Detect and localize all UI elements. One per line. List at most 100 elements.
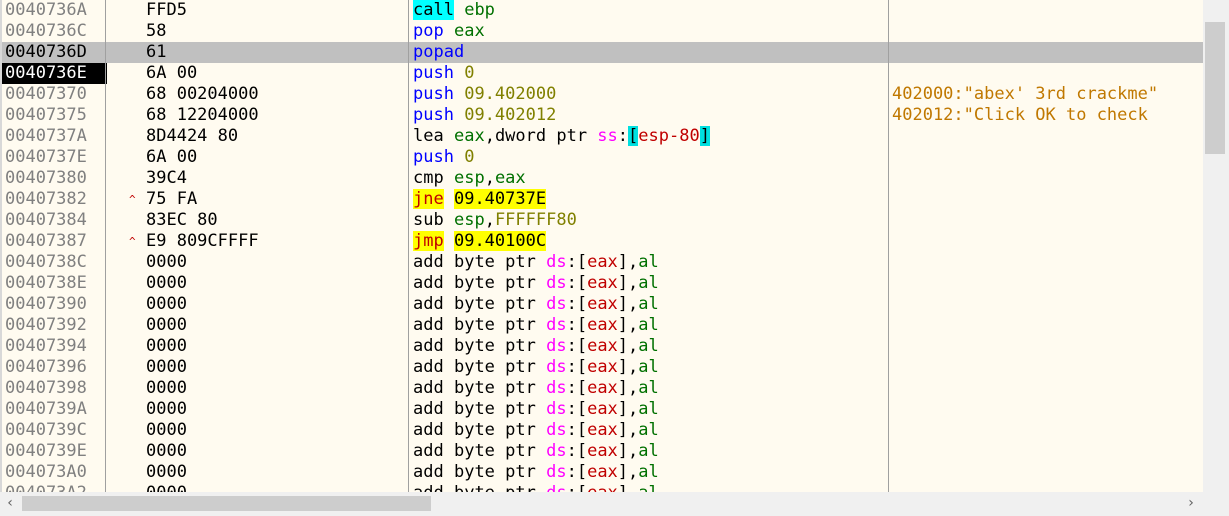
- row-instruction[interactable]: push 0: [413, 147, 887, 168]
- row-comment[interactable]: [892, 189, 1203, 210]
- row-address[interactable]: 00407370: [5, 84, 107, 105]
- row-address[interactable]: 0040737E: [5, 147, 107, 168]
- disassembly-row[interactable]: 004073A0 0000 add byte ptr ds:[eax],al: [2, 462, 1203, 483]
- disassembly-row[interactable]: 0040738E 0000 add byte ptr ds:[eax],al: [2, 273, 1203, 294]
- row-instruction[interactable]: lea eax,dword ptr ss:[esp-80]: [413, 126, 887, 147]
- row-comment[interactable]: [892, 168, 1203, 189]
- row-instruction[interactable]: push 09.402012: [413, 105, 887, 126]
- row-address[interactable]: 0040736A: [5, 0, 107, 21]
- row-comment[interactable]: [892, 420, 1203, 441]
- row-comment[interactable]: [892, 0, 1203, 21]
- row-comment[interactable]: [892, 399, 1203, 420]
- row-comment[interactable]: [892, 441, 1203, 462]
- row-address[interactable]: 00407394: [5, 336, 107, 357]
- disassembly-row[interactable]: 004073A2 0000 add byte ptr ds:[eax],al: [2, 483, 1203, 492]
- row-instruction[interactable]: add byte ptr ds:[eax],al: [413, 357, 887, 378]
- horizontal-scrollbar[interactable]: ‹ ›: [0, 492, 1203, 516]
- row-instruction[interactable]: add byte ptr ds:[eax],al: [413, 420, 887, 441]
- row-address[interactable]: 0040736D: [5, 42, 107, 63]
- row-comment[interactable]: [892, 294, 1203, 315]
- row-instruction[interactable]: add byte ptr ds:[eax],al: [413, 273, 887, 294]
- row-comment[interactable]: [892, 231, 1203, 252]
- disassembly-row[interactable]: 00407387 ^ E9 809CFFFF jmp 09.40100C: [2, 231, 1203, 252]
- row-address[interactable]: 0040737A: [5, 126, 107, 147]
- row-address[interactable]: 00407387: [5, 231, 107, 252]
- row-address[interactable]: 00407375: [5, 105, 107, 126]
- row-instruction[interactable]: call ebp: [413, 0, 887, 21]
- row-address[interactable]: 0040738E: [5, 273, 107, 294]
- row-address[interactable]: 004073A0: [5, 462, 107, 483]
- row-instruction[interactable]: pop eax: [413, 21, 887, 42]
- row-instruction[interactable]: push 09.402000: [413, 84, 887, 105]
- row-comment[interactable]: [892, 357, 1203, 378]
- disassembly-view[interactable]: 0040736A FFD5 call ebp 0040736C 58 pop eax 004…: [0, 0, 1229, 516]
- scroll-left-icon[interactable]: ‹: [0, 492, 20, 516]
- row-address[interactable]: 0040739A: [5, 399, 107, 420]
- disassembly-row[interactable]: 0040736C 58 pop eax: [2, 21, 1203, 42]
- row-instruction[interactable]: add byte ptr ds:[eax],al: [413, 441, 887, 462]
- row-address[interactable]: 00407398: [5, 378, 107, 399]
- row-comment[interactable]: [892, 21, 1203, 42]
- row-comment[interactable]: 402012:"Click OK to check: [892, 105, 1203, 126]
- row-comment[interactable]: 402000:"abex' 3rd crackme": [892, 84, 1203, 105]
- column-separator-disassembly[interactable]: [888, 0, 889, 492]
- row-comment[interactable]: [892, 336, 1203, 357]
- disassembly-row[interactable]: 00407370 68 00204000 push 09.402000 402000:…: [2, 84, 1203, 105]
- disassembly-row[interactable]: 00407384 83EC 80 sub esp,FFFFFF80: [2, 210, 1203, 231]
- disassembly-row[interactable]: 00407390 0000 add byte ptr ds:[eax],al: [2, 294, 1203, 315]
- row-address[interactable]: 0040736E: [2, 63, 107, 84]
- column-separator-address[interactable]: [105, 0, 106, 492]
- row-address[interactable]: 00407390: [5, 294, 107, 315]
- disassembly-row[interactable]: 0040737A 8D4424 80 lea eax,dword ptr ss:[e…: [2, 126, 1203, 147]
- disassembly-row[interactable]: 0040739E 0000 add byte ptr ds:[eax],al: [2, 441, 1203, 462]
- row-instruction[interactable]: popad: [413, 42, 887, 63]
- row-comment[interactable]: [892, 462, 1203, 483]
- row-instruction[interactable]: jmp 09.40100C: [413, 231, 887, 252]
- row-address[interactable]: 00407382: [5, 189, 107, 210]
- row-instruction[interactable]: jne 09.40737E: [413, 189, 887, 210]
- disassembly-row[interactable]: 0040738C 0000 add byte ptr ds:[eax],al: [2, 252, 1203, 273]
- row-instruction[interactable]: push 0: [413, 63, 887, 84]
- row-address[interactable]: 0040738C: [5, 252, 107, 273]
- disassembly-row[interactable]: 0040739A 0000 add byte ptr ds:[eax],al: [2, 399, 1203, 420]
- row-instruction[interactable]: add byte ptr ds:[eax],al: [413, 294, 887, 315]
- vertical-scroll-thumb[interactable]: [1205, 22, 1225, 154]
- row-instruction[interactable]: add byte ptr ds:[eax],al: [413, 399, 887, 420]
- disassembly-row[interactable]: 00407380 39C4 cmp esp,eax: [2, 168, 1203, 189]
- disassembly-row[interactable]: 00407375 68 12204000 push 09.402012 402012:…: [2, 105, 1203, 126]
- scroll-right-icon[interactable]: ›: [1181, 492, 1201, 516]
- row-comment[interactable]: [892, 147, 1203, 168]
- disassembly-row[interactable]: 00407396 0000 add byte ptr ds:[eax],al: [2, 357, 1203, 378]
- vertical-scrollbar[interactable]: [1203, 0, 1229, 492]
- row-address[interactable]: 0040736C: [5, 21, 107, 42]
- row-comment[interactable]: [892, 63, 1203, 84]
- row-address[interactable]: 0040739C: [5, 420, 107, 441]
- disassembly-row[interactable]: 0040737E 6A 00 push 0: [2, 147, 1203, 168]
- row-comment[interactable]: [892, 252, 1203, 273]
- disassembly-row[interactable]: 0040739C 0000 add byte ptr ds:[eax],al: [2, 420, 1203, 441]
- row-instruction[interactable]: add byte ptr ds:[eax],al: [413, 252, 887, 273]
- row-instruction[interactable]: add byte ptr ds:[eax],al: [413, 315, 887, 336]
- row-address[interactable]: 004073A2: [5, 483, 107, 492]
- row-comment[interactable]: [892, 210, 1203, 231]
- disassembly-row[interactable]: 00407392 0000 add byte ptr ds:[eax],al: [2, 315, 1203, 336]
- row-instruction[interactable]: add byte ptr ds:[eax],al: [413, 378, 887, 399]
- row-instruction[interactable]: add byte ptr ds:[eax],al: [413, 483, 887, 492]
- row-comment[interactable]: [892, 42, 1203, 63]
- row-address[interactable]: 00407384: [5, 210, 107, 231]
- row-instruction[interactable]: sub esp,FFFFFF80: [413, 210, 887, 231]
- disassembly-row[interactable]: 0040736A FFD5 call ebp: [2, 0, 1203, 21]
- row-comment[interactable]: [892, 273, 1203, 294]
- row-comment[interactable]: [892, 126, 1203, 147]
- disassembly-row[interactable]: 00407394 0000 add byte ptr ds:[eax],al: [2, 336, 1203, 357]
- row-address[interactable]: 00407392: [5, 315, 107, 336]
- row-instruction[interactable]: cmp esp,eax: [413, 168, 887, 189]
- disassembly-rows[interactable]: 0040736A FFD5 call ebp 0040736C 58 pop eax 004…: [2, 0, 1203, 492]
- horizontal-scroll-thumb[interactable]: [22, 496, 431, 511]
- row-comment[interactable]: [892, 315, 1203, 336]
- disassembly-row[interactable]: 0040736D 61 popad: [2, 42, 1203, 63]
- row-address[interactable]: 0040739E: [5, 441, 107, 462]
- disassembly-row[interactable]: 0040736E 6A 00 push 0: [2, 63, 1203, 84]
- row-address[interactable]: 00407396: [5, 357, 107, 378]
- row-instruction[interactable]: add byte ptr ds:[eax],al: [413, 336, 887, 357]
